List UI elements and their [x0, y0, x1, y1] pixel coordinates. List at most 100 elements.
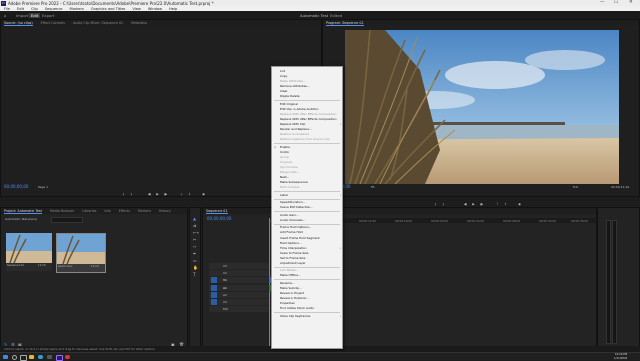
- context-menu-item[interactable]: Multi-Camera: [280, 185, 299, 189]
- tab-effects[interactable]: Effects: [119, 209, 130, 213]
- mark-out-icon[interactable]: }: [129, 192, 134, 196]
- task-view-icon[interactable]: [20, 355, 27, 361]
- step-forward-icon[interactable]: |▶: [163, 192, 168, 196]
- context-menu-item[interactable]: Replace With Clip›: [280, 122, 305, 126]
- tab-info[interactable]: Info: [104, 209, 110, 213]
- project-search-input[interactable]: [51, 217, 83, 223]
- context-menu-item[interactable]: Edit Clip in Adobe Audition: [280, 107, 319, 111]
- razor-tool-icon[interactable]: ✂: [193, 237, 196, 242]
- context-menu-item[interactable]: Ripple Delete: [280, 94, 299, 98]
- step-back-icon[interactable]: ◀|: [147, 192, 152, 196]
- track-header-a3[interactable]: A3: [209, 299, 269, 305]
- pen-tool-icon[interactable]: ✒: [193, 251, 196, 256]
- menu-file[interactable]: File: [4, 7, 10, 11]
- context-menu-item[interactable]: Insert Frame Hold Segment: [280, 236, 320, 240]
- source-patch-a3[interactable]: [211, 299, 217, 305]
- context-menu-item[interactable]: Restore Captions from Source Clip: [280, 137, 329, 141]
- context-menu-item[interactable]: Audio Gain...: [280, 213, 299, 217]
- track-select-tool-icon[interactable]: ⇉: [193, 223, 196, 228]
- context-menu-item[interactable]: Merge Clips...: [280, 170, 300, 174]
- track-header-v3[interactable]: V3: [209, 263, 269, 269]
- rectangle-tool-icon[interactable]: ▭: [193, 258, 197, 263]
- context-menu-item[interactable]: Enable: [280, 145, 290, 149]
- context-menu-item[interactable]: Frame Hold Options...: [280, 225, 311, 229]
- menu-markers[interactable]: Markers: [70, 7, 84, 11]
- tab-source[interactable]: Source: (no clips): [4, 21, 33, 26]
- tab-libraries[interactable]: Libraries: [82, 209, 96, 213]
- minimize-button[interactable]: —: [600, 0, 605, 5]
- tab-sequence[interactable]: Sequence 01: [206, 209, 228, 214]
- windows-icon[interactable]: [3, 355, 8, 360]
- context-menu-item[interactable]: Scale to Frame Size: [280, 251, 308, 255]
- tab-metadata[interactable]: Metadata: [131, 21, 147, 25]
- context-menu-item[interactable]: Nest...: [280, 175, 289, 179]
- type-tool-icon[interactable]: T: [193, 272, 195, 277]
- tab-program[interactable]: Program: Sequence 01: [326, 21, 364, 26]
- context-menu-item[interactable]: Restore Unrendered: [280, 132, 309, 136]
- slip-tool-icon[interactable]: ⇿: [193, 244, 196, 249]
- menu-graphics[interactable]: Graphics and Titles: [91, 7, 126, 11]
- timeline-timecode[interactable]: 00;00;00;00: [207, 216, 231, 221]
- context-menu-item[interactable]: Synchronize: [280, 165, 298, 169]
- program-fit-select[interactable]: Fit: [371, 185, 375, 189]
- context-menu-item[interactable]: Paste Attributes...: [280, 79, 306, 83]
- program-resolution-select[interactable]: Full: [573, 185, 578, 189]
- play-icon[interactable]: ▶: [155, 192, 160, 196]
- insert-icon[interactable]: ⤓: [179, 192, 184, 196]
- context-menu-item[interactable]: Link Media...: [280, 268, 298, 272]
- tab-history[interactable]: History: [159, 209, 171, 213]
- tab-export[interactable]: Export: [42, 13, 54, 18]
- context-menu-item[interactable]: Edit Original: [280, 102, 298, 106]
- overwrite-icon[interactable]: ⇩: [187, 192, 192, 196]
- context-menu-item[interactable]: Reveal in Explorer...: [280, 296, 309, 300]
- tab-edit[interactable]: Edit: [29, 13, 40, 18]
- context-menu-item[interactable]: Cut: [280, 69, 285, 73]
- context-menu-item[interactable]: Show Clip Keyframes›: [280, 314, 310, 318]
- menu-sequence[interactable]: Sequence: [45, 7, 63, 11]
- tab-import[interactable]: Import: [16, 13, 29, 18]
- track-header-v2[interactable]: V2: [209, 270, 269, 276]
- program-step-back-icon[interactable]: ◀|: [463, 202, 468, 206]
- track-header-mix[interactable]: Mix: [209, 306, 269, 312]
- export-frame-icon[interactable]: ◉: [201, 192, 206, 196]
- track-header-a2[interactable]: A2: [209, 292, 269, 298]
- tab-effect-controls[interactable]: Effect Controls: [41, 21, 65, 25]
- context-menu-item[interactable]: Group: [280, 155, 289, 159]
- tab-markers[interactable]: Markers: [138, 209, 151, 213]
- program-export-frame-icon[interactable]: ◉: [517, 202, 522, 206]
- source-timecode[interactable]: 00;00;00;00: [4, 184, 28, 189]
- context-menu-item[interactable]: Add Frame Hold: [280, 230, 303, 234]
- close-button[interactable]: ✕: [629, 0, 633, 5]
- context-menu-item[interactable]: Reveal in Project: [280, 291, 304, 295]
- context-menu-item[interactable]: Unlink: [280, 150, 289, 154]
- source-page[interactable]: Page 1: [38, 185, 48, 189]
- source-patch-v1[interactable]: [211, 277, 217, 283]
- context-menu-item[interactable]: Scene Edit Detection...: [280, 205, 313, 209]
- program-step-forward-icon[interactable]: |▶: [479, 202, 484, 206]
- context-menu-item[interactable]: Ungroup: [280, 160, 292, 164]
- context-menu-item[interactable]: Make Subsequence: [280, 180, 308, 184]
- premiere-icon[interactable]: [56, 355, 63, 361]
- selection-tool-icon[interactable]: ▲: [193, 216, 196, 221]
- file-explorer-icon[interactable]: [29, 355, 34, 360]
- context-menu-item[interactable]: Find Adobe Stock Audio: [280, 306, 314, 310]
- tab-media-browser[interactable]: Media Browser: [50, 209, 74, 213]
- context-menu-item[interactable]: Adjustment Layer: [280, 261, 306, 265]
- chrome-icon[interactable]: [65, 355, 70, 360]
- context-menu-item[interactable]: Copy: [280, 74, 287, 78]
- context-menu-item[interactable]: Label›: [280, 193, 288, 197]
- source-patch-a2[interactable]: [211, 292, 217, 298]
- project-clip-item[interactable]: beach.mov 11;10: [56, 233, 106, 273]
- hand-tool-icon[interactable]: ✋: [193, 265, 198, 270]
- tab-project[interactable]: Project: Automatic Test: [4, 209, 42, 214]
- context-menu-item[interactable]: Rename...: [280, 281, 295, 285]
- context-menu-item[interactable]: Remove Attributes...: [280, 84, 310, 88]
- edge-icon[interactable]: [38, 355, 43, 360]
- context-menu-item[interactable]: Make Subclip...: [280, 286, 302, 290]
- context-menu-item[interactable]: Set to Frame Size: [280, 256, 305, 260]
- context-menu-item[interactable]: Audio Channels...: [280, 218, 305, 222]
- tab-audio-clip-mixer[interactable]: Audio Clip Mixer: Sequence 01: [73, 21, 123, 25]
- context-menu-item[interactable]: Field Options...: [280, 241, 302, 245]
- extract-icon[interactable]: ⇧: [503, 202, 508, 206]
- context-menu-item[interactable]: Speed/Duration...: [280, 200, 305, 204]
